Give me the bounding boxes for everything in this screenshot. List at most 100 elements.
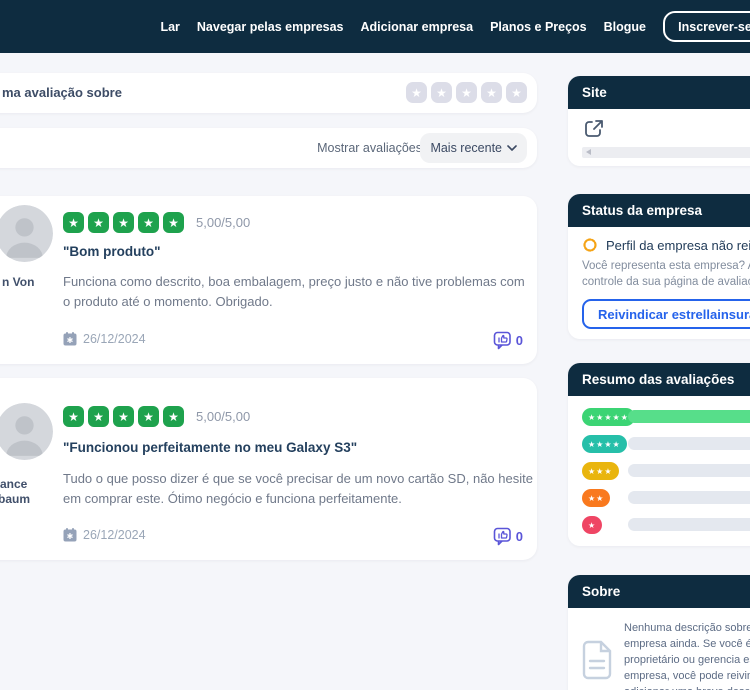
star-icon: ★ <box>88 406 109 427</box>
rating-row-5-star: ★★★★★ <box>582 408 750 426</box>
review-date: ✱ 26/12/2024 <box>63 332 146 346</box>
rating-summary-card: Resumo das avaliações ★★★★★ ★★★★ ★★★ ★★ … <box>568 363 750 546</box>
star-icon[interactable]: ★ <box>506 82 527 103</box>
calendar-icon: ✱ <box>63 332 77 346</box>
rating-row-4-star: ★★★★ <box>582 435 750 453</box>
star-icon[interactable]: ★ <box>431 82 452 103</box>
sort-label: Mostrar avaliações <box>317 128 422 168</box>
like-count: 0 <box>516 529 523 544</box>
unclaimed-badge-icon <box>582 237 598 253</box>
rating-bar <box>628 518 750 531</box>
svg-text:✱: ✱ <box>67 336 74 345</box>
nav-links: Lar Navegar pelas empresas Adicionar emp… <box>160 0 646 53</box>
sort-dropdown[interactable]: Mais recente <box>420 133 527 163</box>
rating-score: 5,00/5,00 <box>196 409 250 424</box>
external-link-icon[interactable] <box>582 117 606 141</box>
star-pill: ★★ <box>582 489 610 507</box>
rating-row-3-star: ★★★ <box>582 462 750 480</box>
sort-selected-value: Mais recente <box>430 141 502 155</box>
rating-bar <box>628 491 750 504</box>
signup-button[interactable]: Inscrever-se <box>663 11 750 42</box>
claim-company-button[interactable]: Reivindicar estrellainsurance.com <box>582 299 750 329</box>
nav-link-home[interactable]: Lar <box>160 20 179 34</box>
write-review-prompt: ma avaliação sobre <box>2 73 122 113</box>
review-rating: ★ ★ ★ ★ ★ 5,00/5,00 <box>63 406 250 427</box>
top-navbar: Lar Navegar pelas empresas Adicionar emp… <box>0 0 750 53</box>
person-icon <box>0 205 53 262</box>
avatar <box>0 403 53 460</box>
review-date-text: 26/12/2024 <box>83 528 146 542</box>
star-icon[interactable]: ★ <box>456 82 477 103</box>
thumbs-up-bubble-icon <box>493 527 513 546</box>
rating-row-2-star: ★★ <box>582 489 750 507</box>
about-header: Sobre <box>568 575 750 608</box>
about-description-line: Nenhuma descrição sobre a <box>624 620 750 636</box>
svg-text:✱: ✱ <box>67 532 74 541</box>
review-title: "Bom produto" <box>63 244 161 259</box>
reviewer-name: ance <box>0 477 27 491</box>
reviewer-name: n Von <box>2 275 34 289</box>
site-card: Site <box>568 76 750 166</box>
nav-link-add-company[interactable]: Adicionar empresa <box>361 20 474 34</box>
document-icon <box>582 640 612 680</box>
write-review-card: ma avaliação sobre ★ ★ ★ ★ ★ <box>0 73 537 113</box>
star-icon[interactable]: ★ <box>406 82 427 103</box>
nav-link-browse-companies[interactable]: Navegar pelas empresas <box>197 20 344 34</box>
nav-link-blog[interactable]: Blogue <box>604 20 646 34</box>
star-pill: ★★★ <box>582 462 619 480</box>
star-icon: ★ <box>163 212 184 233</box>
review-body: Tudo o que posso dizer é que se você pre… <box>63 469 533 509</box>
review-body: Funciona como descrito, boa embalagem, p… <box>63 272 533 312</box>
star-pill: ★ <box>582 516 602 534</box>
rating-row-1-star: ★ <box>582 516 750 534</box>
review-rating: ★ ★ ★ ★ ★ 5,00/5,00 <box>63 212 250 233</box>
about-description-line: empresa, você pode reivindicá-la e <box>624 668 750 684</box>
status-description-line: Você representa esta empresa? Assuma o <box>582 258 750 274</box>
company-status-card: Status da empresa Perfil da empresa não … <box>568 194 750 339</box>
avatar <box>0 205 53 262</box>
site-card-header: Site <box>568 76 750 109</box>
page: Lar Navegar pelas empresas Adicionar emp… <box>0 0 750 690</box>
chevron-down-icon <box>507 145 517 151</box>
star-icon: ★ <box>113 212 134 233</box>
about-description: Nenhuma descrição sobre a empresa ainda.… <box>624 620 750 690</box>
review-date: ✱ 26/12/2024 <box>63 528 146 542</box>
status-description-line: controle da sua página de avaliações e <box>582 274 750 290</box>
rating-summary-header: Resumo das avaliações <box>568 363 750 396</box>
star-pill: ★★★★★ <box>582 408 635 426</box>
thumbs-up-bubble-icon <box>493 331 513 350</box>
star-icon: ★ <box>88 212 109 233</box>
star-icon: ★ <box>138 406 159 427</box>
rating-score: 5,00/5,00 <box>196 215 250 230</box>
star-icon: ★ <box>138 212 159 233</box>
like-button[interactable]: 0 <box>493 331 523 350</box>
scroll-left-arrow-icon[interactable] <box>586 149 591 155</box>
company-status-header: Status da empresa <box>568 194 750 227</box>
status-description: Você representa esta empresa? Assuma o c… <box>582 258 750 290</box>
sort-bar: Mostrar avaliações Mais recente <box>0 128 537 168</box>
star-icon: ★ <box>113 406 134 427</box>
calendar-icon: ✱ <box>63 528 77 542</box>
reviewer-name: baum <box>0 492 30 506</box>
about-card: Sobre Nenhuma descrição sobre a empresa … <box>568 575 750 690</box>
rating-bar <box>628 437 750 450</box>
review-card: n Von ★ ★ ★ ★ ★ 5,00/5,00 "Bom produto" … <box>0 196 537 364</box>
about-description-line: empresa ainda. Se você é o <box>624 636 750 652</box>
star-icon[interactable]: ★ <box>481 82 502 103</box>
rating-bar <box>628 464 750 477</box>
review-card: ance baum ★ ★ ★ ★ ★ 5,00/5,00 "Funcionou… <box>0 378 537 560</box>
about-description-line: adicionar uma breve descrição <box>624 684 750 690</box>
like-count: 0 <box>516 333 523 348</box>
horizontal-scrollbar[interactable] <box>582 147 750 158</box>
review-date-text: 26/12/2024 <box>83 332 146 346</box>
nav-link-plans-pricing[interactable]: Planos e Preços <box>490 20 587 34</box>
star-icon: ★ <box>63 406 84 427</box>
star-pill: ★★★★ <box>582 435 627 453</box>
star-icon: ★ <box>163 406 184 427</box>
like-button[interactable]: 0 <box>493 527 523 546</box>
star-icon: ★ <box>63 212 84 233</box>
write-review-star-input[interactable]: ★ ★ ★ ★ ★ <box>406 82 527 103</box>
about-description-line: proprietário ou gerencia esta <box>624 652 750 668</box>
review-title: "Funcionou perfeitamente no meu Galaxy S… <box>63 440 357 455</box>
rating-bar <box>628 410 750 423</box>
